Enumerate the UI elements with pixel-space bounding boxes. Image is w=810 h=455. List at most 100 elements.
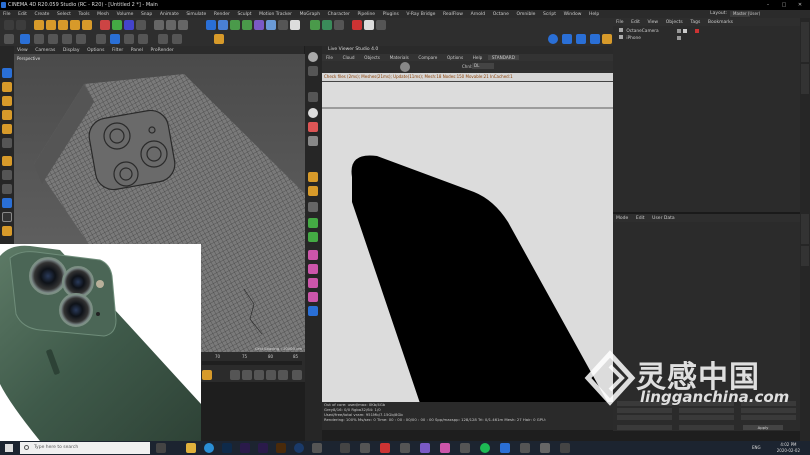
- snap-icon[interactable]: [110, 34, 120, 44]
- lv-menu-materials[interactable]: Materials: [386, 55, 413, 60]
- app-icon-14[interactable]: [440, 443, 450, 453]
- rotate-key-icon[interactable]: [266, 370, 276, 380]
- octane-volume-icon[interactable]: [576, 34, 586, 44]
- octane-camera-icon[interactable]: [376, 20, 386, 30]
- timeline-track[interactable]: [202, 361, 302, 365]
- attributes-tab[interactable]: [801, 214, 809, 244]
- lock-icon[interactable]: [2, 170, 12, 180]
- point-tool-icon[interactable]: [2, 96, 12, 106]
- octane-obj-icon[interactable]: [308, 218, 318, 228]
- octane-fog-icon[interactable]: [590, 34, 600, 44]
- x-axis-icon[interactable]: [100, 20, 110, 30]
- rotate-tool-icon[interactable]: [70, 20, 80, 30]
- obj-menu-view[interactable]: View: [644, 20, 661, 25]
- octane-light-icon[interactable]: [334, 20, 344, 30]
- attr-menu-user-data[interactable]: User Data: [649, 216, 677, 221]
- octane-tree-icon[interactable]: [308, 232, 318, 242]
- app-icon-8[interactable]: [312, 443, 322, 453]
- lv-menu-help[interactable]: Help: [469, 55, 487, 60]
- octane-ctrl-icon[interactable]: [308, 66, 318, 76]
- pla-key-icon[interactable]: [292, 370, 302, 380]
- cube-mode-icon[interactable]: [2, 68, 12, 78]
- app-icon-20[interactable]: [560, 443, 570, 453]
- browser-icon[interactable]: [204, 443, 214, 453]
- make-editable-icon[interactable]: [4, 34, 14, 44]
- viewport-solo-icon[interactable]: [172, 34, 182, 44]
- cube-icon[interactable]: [206, 20, 216, 30]
- minimize-button[interactable]: –: [760, 0, 776, 10]
- axis-mode-icon[interactable]: [96, 34, 106, 44]
- y-axis-icon[interactable]: [112, 20, 122, 30]
- tray-lang[interactable]: ENG: [752, 445, 761, 450]
- octane-sphere-icon[interactable]: [308, 108, 318, 118]
- record-key-icon[interactable]: [202, 370, 212, 380]
- viewport-menu-cameras[interactable]: Cameras: [32, 48, 58, 53]
- workplane-icon[interactable]: [124, 34, 134, 44]
- octane-cloud-icon[interactable]: [308, 172, 318, 182]
- maximize-button[interactable]: □: [776, 0, 792, 10]
- array-icon[interactable]: [242, 20, 252, 30]
- lock-workplane-icon[interactable]: [138, 34, 148, 44]
- octane-record-icon[interactable]: [352, 20, 362, 30]
- close-button[interactable]: ✕: [792, 0, 808, 10]
- viewport-menu-prorender[interactable]: ProRender: [148, 48, 177, 53]
- octane-vdb-icon[interactable]: [602, 34, 612, 44]
- soft-select-icon[interactable]: [2, 138, 12, 148]
- size-y-field[interactable]: [679, 408, 734, 413]
- octane-object-icon[interactable]: [548, 34, 558, 44]
- render-settings-icon[interactable]: [178, 20, 188, 30]
- viewport-menu-view[interactable]: View: [14, 48, 31, 53]
- param-key-icon[interactable]: [278, 370, 288, 380]
- move-tool-icon[interactable]: [46, 20, 56, 30]
- octane-scatter-icon[interactable]: [562, 34, 572, 44]
- model-mode-icon[interactable]: [20, 34, 30, 44]
- obj-menu-tags[interactable]: Tags: [687, 20, 703, 25]
- octane-material-icon[interactable]: [322, 20, 332, 30]
- rot-p-field[interactable]: [741, 408, 796, 413]
- spotify-icon[interactable]: [480, 443, 490, 453]
- object-row-iphone[interactable]: iPhone: [619, 35, 709, 41]
- timeline[interactable]: 70 75 80 85: [200, 352, 305, 368]
- scale-key-icon[interactable]: [254, 370, 264, 380]
- app-icon-13[interactable]: [420, 443, 430, 453]
- obj-menu-bookmarks[interactable]: Bookmarks: [705, 20, 736, 25]
- size-mode-select[interactable]: [679, 425, 734, 430]
- app-icon-17[interactable]: [500, 443, 510, 453]
- auto-key-icon[interactable]: [230, 370, 240, 380]
- viewport-menu-panel[interactable]: Panel: [128, 48, 146, 53]
- edge-tool-icon[interactable]: [2, 110, 12, 120]
- scale-tool-icon[interactable]: [58, 20, 68, 30]
- cinema4d-icon[interactable]: [294, 443, 304, 453]
- octane-grid-icon[interactable]: [308, 186, 318, 196]
- after-effects-icon[interactable]: [240, 443, 250, 453]
- octane-mix-icon[interactable]: [308, 264, 318, 274]
- brush-icon[interactable]: [2, 226, 12, 236]
- lv-render-icon[interactable]: [400, 62, 410, 72]
- visibility-toggle-icon[interactable]: [677, 36, 681, 40]
- attr-menu-mode[interactable]: Mode: [613, 216, 631, 221]
- apply-button[interactable]: Apply: [743, 425, 783, 430]
- magnet-icon[interactable]: [2, 156, 12, 166]
- tweak-mode-icon[interactable]: [158, 34, 168, 44]
- octane-paint-icon[interactable]: [308, 122, 318, 132]
- octane-layer-icon[interactable]: [308, 202, 318, 212]
- redo-icon[interactable]: [16, 20, 26, 30]
- octane-texture-icon[interactable]: [364, 20, 374, 30]
- octane-tex-icon[interactable]: [308, 278, 318, 288]
- render-picture-icon[interactable]: [166, 20, 176, 30]
- octane-light-tool-icon[interactable]: [308, 92, 318, 102]
- app-icon-11[interactable]: [380, 443, 390, 453]
- octane-pin-icon[interactable]: [308, 136, 318, 146]
- octane-node-icon[interactable]: [308, 52, 318, 62]
- coord-mode-select[interactable]: [617, 425, 672, 430]
- viewport-menu-filter[interactable]: Filter: [109, 48, 126, 53]
- sculpt-brush-icon[interactable]: [214, 34, 224, 44]
- octane-mat-icon[interactable]: [308, 250, 318, 260]
- snap-tool-icon[interactable]: [2, 198, 12, 208]
- viewport-menu-options[interactable]: Options: [84, 48, 107, 53]
- octane-settings-icon[interactable]: [310, 20, 320, 30]
- octane-env-icon[interactable]: [308, 292, 318, 302]
- lv-menu-compare[interactable]: Compare: [414, 55, 441, 60]
- z-axis-icon[interactable]: [124, 20, 134, 30]
- objects-tab[interactable]: [801, 22, 809, 62]
